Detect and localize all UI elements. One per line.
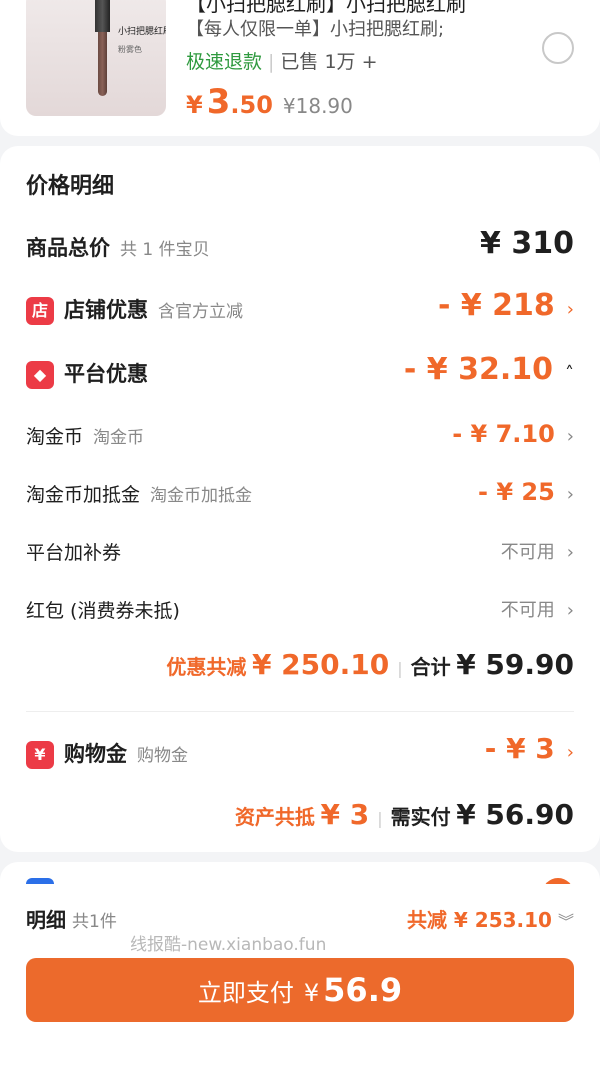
platform-discount-label: ◆ 平台优惠 [26, 358, 148, 389]
shopping-money-label: ¥ 购物金 购物金 [26, 738, 188, 769]
chevron-right-icon: › [566, 299, 574, 320]
select-radio[interactable] [542, 32, 574, 64]
subsidy-label: 平台加补券 [26, 542, 122, 564]
coin-deduct-label: 淘金币加抵金 淘金币加抵金 [26, 484, 253, 506]
tag-separator: | [268, 51, 275, 73]
double-chevron-down-icon: ︾ [557, 912, 574, 931]
store-discount-row[interactable]: 店店铺优惠 含官方立减 - ¥ 218 › [26, 288, 574, 328]
sum-label: 合计 [410, 655, 451, 679]
asset-value: ¥ 3 [320, 798, 370, 831]
asset-label: 资产共抵 [234, 805, 315, 829]
product-image-subtitle: 粉雾色 [118, 45, 142, 54]
product-name: 【每人仅限一单】小扫把腮红刷; [186, 19, 445, 40]
total-value: ¥ 310 [480, 226, 574, 261]
product-tags: 极速退款 | 已售 1万 + [186, 47, 378, 74]
subsidy-row[interactable]: 平台加补券 不可用 › [26, 538, 574, 568]
total-label: 商品总价共 1 件宝贝 [26, 236, 210, 260]
shopping-money-value: - ¥ 3 › [484, 732, 574, 765]
chevron-right-icon: › [566, 600, 574, 621]
coin-deduct-value: - ¥ 25 › [478, 478, 574, 506]
platform-discount-row[interactable]: ◆ 平台优惠 - ¥ 32.10 ˄ [26, 352, 574, 392]
section-title: 价格明细 [26, 174, 115, 199]
subsidy-value: 不可用 › [500, 542, 574, 563]
chevron-right-icon: › [566, 542, 574, 563]
store-discount-value: - ¥ 218 › [437, 288, 574, 323]
total-row: 商品总价共 1 件宝贝 ¥ 310 [26, 226, 574, 264]
discount-summary: 优惠共减 ¥ 250.10 | 合计 ¥ 59.90 [166, 648, 574, 681]
chevron-up-icon: ˄ [565, 363, 574, 384]
redpack-row[interactable]: 红包 (消费券未抵) 不可用 › [26, 596, 574, 626]
coin-label: 淘金币 淘金币 [26, 426, 145, 448]
need-pay-label: 需实付 [390, 805, 451, 829]
asset-summary: 资产共抵 ¥ 3 | 需实付 ¥ 56.90 [234, 798, 574, 831]
watermark-text: 线报酷-new.xianbao.fun [130, 935, 327, 955]
detail-summary[interactable]: 明细 共1件 [26, 904, 117, 933]
original-price: ¥18.90 [282, 94, 353, 118]
refund-tag: 极速退款 [186, 51, 263, 73]
coin-deduct-row[interactable]: 淘金币加抵金 淘金币加抵金 - ¥ 25 › [26, 478, 574, 510]
divider [26, 711, 574, 712]
discount-total-label: 优惠共减 [166, 655, 247, 679]
price-row: ¥3.50 ¥18.90 [186, 82, 353, 122]
sum-value: ¥ 59.90 [456, 648, 574, 681]
total-discount-summary[interactable]: 共减 ¥ 253.10 ︾ [407, 904, 574, 933]
tag-icon: ◆ [26, 361, 54, 389]
product-price: ¥3.50 [186, 82, 273, 122]
pay-now-button[interactable]: 立即支付 ¥56.9 [26, 958, 574, 1022]
redpack-value: 不可用 › [500, 600, 574, 621]
platform-discount-value: - ¥ 32.10 ˄ [403, 352, 574, 387]
shopping-money-row[interactable]: ¥ 购物金 购物金 - ¥ 3 › [26, 732, 574, 772]
chevron-right-icon: › [566, 742, 574, 763]
product-card: 小扫把腮红刷 X1 粉雾色 【小扫把腮红刷】小扫把腮红刷 【每人仅限一单】小扫把… [0, 0, 600, 136]
chevron-right-icon: › [566, 426, 574, 447]
store-discount-label: 店店铺优惠 含官方立减 [26, 294, 243, 325]
coin-row[interactable]: 淘金币 淘金币 - ¥ 7.10 › [26, 420, 574, 452]
price-detail-card: 价格明细 商品总价共 1 件宝贝 ¥ 310 店店铺优惠 含官方立减 - ¥ 21… [0, 146, 600, 852]
wallet-icon: ¥ [26, 741, 54, 769]
brush-ferrule-graphic [95, 0, 110, 32]
store-icon: 店 [26, 297, 54, 325]
need-pay-value: ¥ 56.90 [456, 798, 574, 831]
product-image-title: 小扫把腮红刷 X1 [118, 27, 166, 37]
chevron-right-icon: › [566, 484, 574, 505]
bottom-bar: 明细 共1件 共减 ¥ 253.10 ︾ 线报酷-new.xianbao.fun 立… [0, 884, 600, 1072]
redpack-label: 红包 (消费券未抵) [26, 600, 180, 622]
sold-count: 已售 1万 + [280, 51, 378, 73]
product-image[interactable]: 小扫把腮红刷 X1 粉雾色 [26, 0, 166, 116]
discount-total-value: ¥ 250.10 [251, 648, 390, 681]
coin-value: - ¥ 7.10 › [452, 420, 574, 448]
